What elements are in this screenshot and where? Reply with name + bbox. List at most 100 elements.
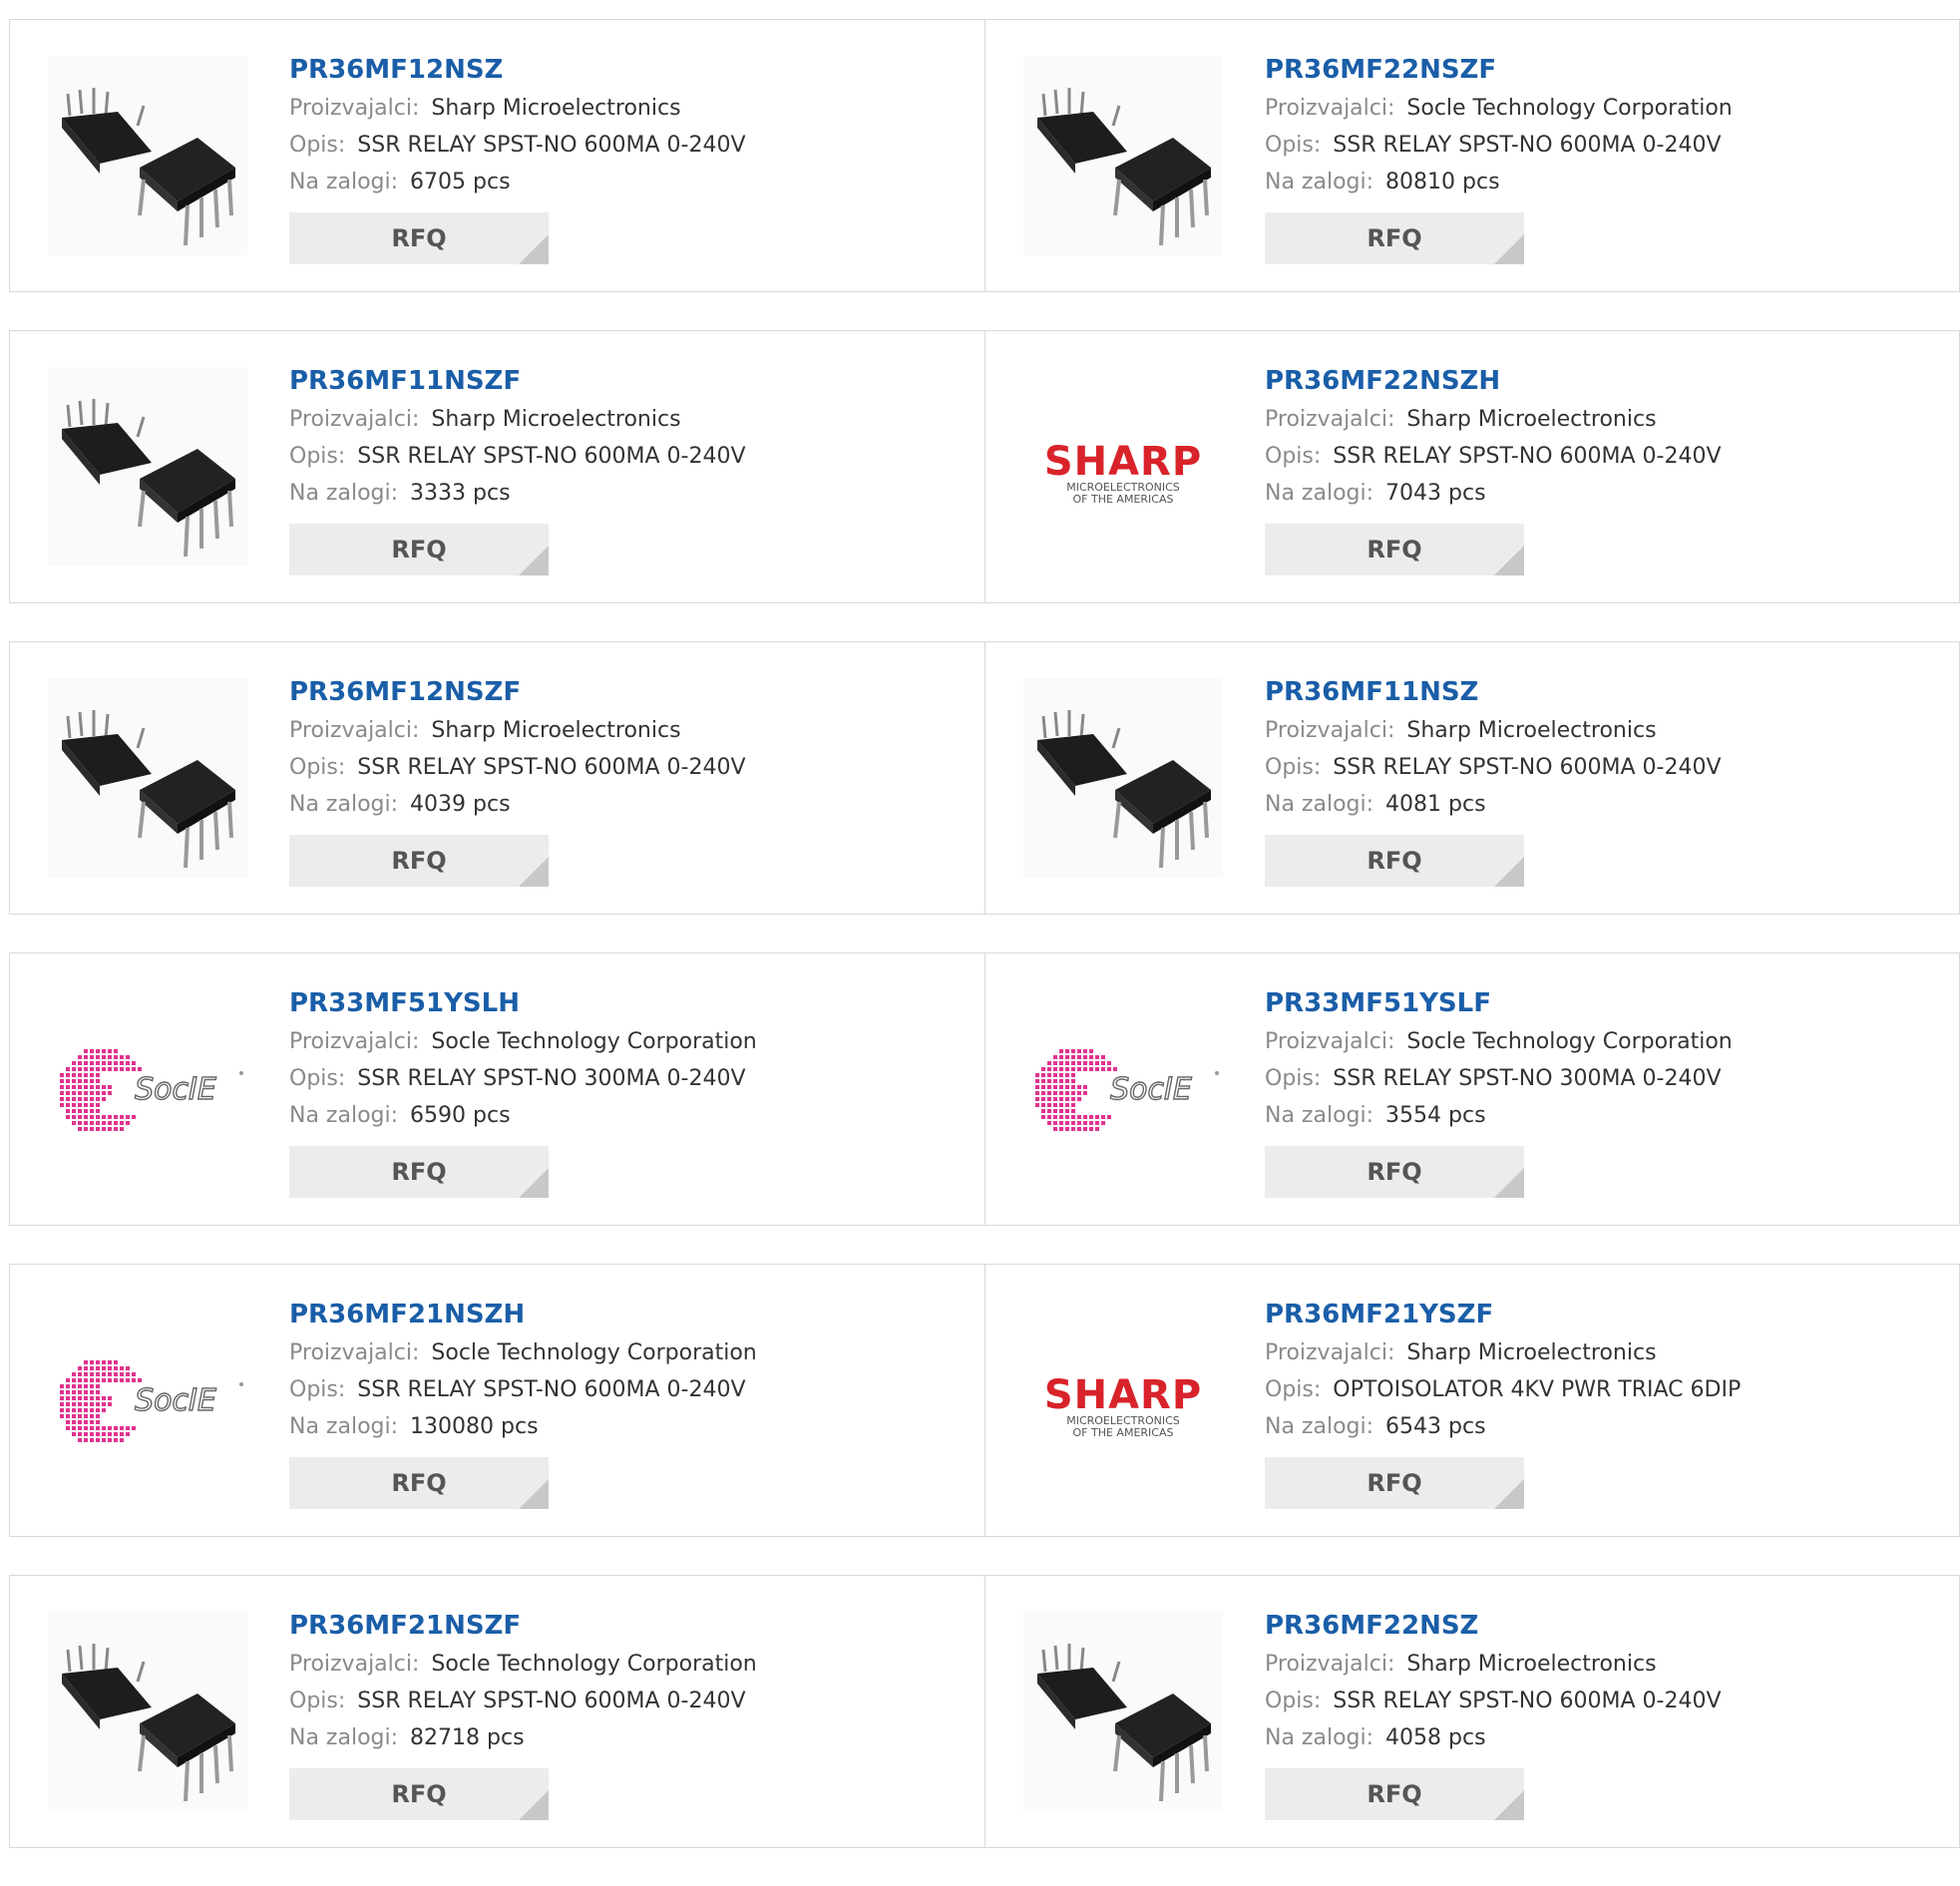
dip-chip-image[interactable] xyxy=(1023,56,1223,255)
description-label: Opis: xyxy=(1265,1689,1322,1713)
part-number-link[interactable]: PR36MF11NSZF xyxy=(289,361,746,401)
stock-label: Na zalogi: xyxy=(1265,481,1374,506)
stock-value: 82718 pcs xyxy=(410,1725,525,1750)
description-value: SSR RELAY SPST-NO 600MA 0-240V xyxy=(1333,133,1722,158)
rfq-label: RFQ xyxy=(1367,1158,1422,1186)
manufacturer-value: Sharp Microelectronics xyxy=(1406,407,1657,432)
product-info: PR36MF21YSZF Proizvajalci: Sharp Microele… xyxy=(1265,1295,1741,1509)
rfq-button[interactable]: RFQ xyxy=(1265,1768,1524,1820)
socle-logo-image[interactable]: SocIE xyxy=(48,1301,247,1500)
part-number-link[interactable]: PR36MF21NSZF xyxy=(289,1606,757,1646)
stock-value: 6705 pcs xyxy=(410,170,511,194)
svg-text:OF THE AMERICAS: OF THE AMERICAS xyxy=(1073,1426,1174,1439)
stock-line: Na zalogi: 6705 pcs xyxy=(289,164,746,200)
part-number-link[interactable]: PR36MF21YSZF xyxy=(1265,1295,1741,1334)
corner-triangle-icon xyxy=(519,1790,549,1820)
rfq-label: RFQ xyxy=(391,1469,447,1497)
sharp-logo-image[interactable]: SHARP MICROELECTRONICS OF THE AMERICAS xyxy=(1023,1301,1223,1500)
rfq-button[interactable]: RFQ xyxy=(289,1146,549,1198)
rfq-button[interactable]: RFQ xyxy=(1265,835,1524,887)
manufacturer-value: Socle Technology Corporation xyxy=(1406,1029,1733,1054)
dip-chip-image[interactable] xyxy=(1023,1612,1223,1811)
description-line: Opis: SSR RELAY SPST-NO 600MA 0-240V xyxy=(289,1683,757,1719)
rfq-label: RFQ xyxy=(1367,1780,1422,1808)
product-card: PR36MF22NSZ Proizvajalci: Sharp Microelec… xyxy=(984,1576,1959,1847)
description-value: OPTOISOLATOR 4KV PWR TRIAC 6DIP xyxy=(1333,1377,1742,1402)
sharp-logo-image[interactable]: SHARP MICROELECTRONICS OF THE AMERICAS xyxy=(1023,367,1223,566)
product-info: PR36MF22NSZH Proizvajalci: Sharp Microele… xyxy=(1265,361,1722,575)
stock-value: 3333 pcs xyxy=(410,481,511,506)
dip-chip-image[interactable] xyxy=(48,56,247,255)
rfq-button[interactable]: RFQ xyxy=(1265,524,1524,575)
description-label: Opis: xyxy=(289,133,346,158)
manufacturer-value: Socle Technology Corporation xyxy=(431,1652,757,1677)
rfq-button[interactable]: RFQ xyxy=(289,1768,549,1820)
stock-value: 4081 pcs xyxy=(1385,792,1486,817)
description-value: SSR RELAY SPST-NO 600MA 0-240V xyxy=(357,1377,746,1402)
corner-triangle-icon xyxy=(1494,857,1524,887)
product-info: PR36MF11NSZF Proizvajalci: Sharp Microele… xyxy=(289,361,746,575)
svg-text:SocIE: SocIE xyxy=(135,1383,216,1418)
description-label: Opis: xyxy=(1265,755,1322,780)
product-card: SHARP MICROELECTRONICS OF THE AMERICAS P… xyxy=(984,331,1959,602)
corner-triangle-icon xyxy=(1494,234,1524,264)
description-value: SSR RELAY SPST-NO 600MA 0-240V xyxy=(357,444,746,469)
product-card: PR36MF22NSZF Proizvajalci: Socle Technolo… xyxy=(984,20,1959,291)
stock-value: 3554 pcs xyxy=(1385,1103,1486,1128)
part-number-link[interactable]: PR36MF12NSZF xyxy=(289,672,746,712)
part-number-link[interactable]: PR36MF21NSZH xyxy=(289,1295,757,1334)
manufacturer-line: Proizvajalci: Sharp Microelectronics xyxy=(289,401,746,438)
corner-triangle-icon xyxy=(519,234,549,264)
stock-label: Na zalogi: xyxy=(1265,1725,1374,1750)
product-card: PR36MF12NSZF Proizvajalci: Sharp Microele… xyxy=(10,642,984,914)
socle-logo-image[interactable]: SocIE xyxy=(48,989,247,1189)
manufacturer-line: Proizvajalci: Socle Technology Corporatio… xyxy=(1265,90,1733,127)
manufacturer-value: Socle Technology Corporation xyxy=(1406,96,1733,121)
description-line: Opis: SSR RELAY SPST-NO 600MA 0-240V xyxy=(1265,438,1722,475)
part-number-link[interactable]: PR36MF12NSZ xyxy=(289,50,746,90)
rfq-button[interactable]: RFQ xyxy=(1265,1146,1524,1198)
rfq-label: RFQ xyxy=(1367,224,1422,252)
manufacturer-label: Proizvajalci: xyxy=(289,1340,420,1365)
stock-line: Na zalogi: 4081 pcs xyxy=(1265,786,1722,823)
part-number-link[interactable]: PR36MF11NSZ xyxy=(1265,672,1722,712)
rfq-button[interactable]: RFQ xyxy=(289,524,549,575)
description-value: SSR RELAY SPST-NO 600MA 0-240V xyxy=(1333,1689,1722,1713)
rfq-button[interactable]: RFQ xyxy=(289,212,549,264)
stock-line: Na zalogi: 4058 pcs xyxy=(1265,1719,1722,1756)
part-number-link[interactable]: PR33MF51YSLH xyxy=(289,983,757,1023)
product-info: PR36MF22NSZF Proizvajalci: Socle Technolo… xyxy=(1265,50,1733,264)
product-row: PR36MF11NSZF Proizvajalci: Sharp Microele… xyxy=(9,330,1960,603)
manufacturer-label: Proizvajalci: xyxy=(289,407,420,432)
stock-label: Na zalogi: xyxy=(289,1725,399,1750)
dip-chip-image[interactable] xyxy=(48,678,247,878)
rfq-label: RFQ xyxy=(391,1780,447,1808)
part-number-link[interactable]: PR36MF22NSZ xyxy=(1265,1606,1722,1646)
rfq-button[interactable]: RFQ xyxy=(1265,212,1524,264)
svg-text:SocIE: SocIE xyxy=(1110,1072,1192,1107)
manufacturer-label: Proizvajalci: xyxy=(1265,1652,1395,1677)
part-number-link[interactable]: PR36MF22NSZH xyxy=(1265,361,1722,401)
stock-value: 6543 pcs xyxy=(1385,1414,1486,1439)
rfq-button[interactable]: RFQ xyxy=(289,835,549,887)
rfq-button[interactable]: RFQ xyxy=(289,1457,549,1509)
corner-triangle-icon xyxy=(519,857,549,887)
product-info: PR36MF21NSZH Proizvajalci: Socle Technolo… xyxy=(289,1295,757,1509)
svg-text:SHARP: SHARP xyxy=(1044,1372,1202,1418)
dip-chip-image[interactable] xyxy=(1023,678,1223,878)
stock-line: Na zalogi: 6590 pcs xyxy=(289,1097,757,1134)
dip-chip-image[interactable] xyxy=(48,1612,247,1811)
product-row: PR36MF12NSZ Proizvajalci: Sharp Microelec… xyxy=(9,19,1960,292)
description-line: Opis: SSR RELAY SPST-NO 600MA 0-240V xyxy=(1265,127,1733,164)
rfq-button[interactable]: RFQ xyxy=(1265,1457,1524,1509)
dip-chip-image[interactable] xyxy=(48,367,247,566)
stock-line: Na zalogi: 3554 pcs xyxy=(1265,1097,1733,1134)
description-line: Opis: SSR RELAY SPST-NO 300MA 0-240V xyxy=(289,1060,757,1097)
socle-logo-image[interactable]: SocIE xyxy=(1023,989,1223,1189)
product-card: PR36MF12NSZ Proizvajalci: Sharp Microelec… xyxy=(10,20,984,291)
stock-value: 130080 pcs xyxy=(410,1414,539,1439)
svg-text:SHARP: SHARP xyxy=(1044,439,1202,485)
manufacturer-line: Proizvajalci: Sharp Microelectronics xyxy=(289,712,746,749)
part-number-link[interactable]: PR33MF51YSLF xyxy=(1265,983,1733,1023)
part-number-link[interactable]: PR36MF22NSZF xyxy=(1265,50,1733,90)
